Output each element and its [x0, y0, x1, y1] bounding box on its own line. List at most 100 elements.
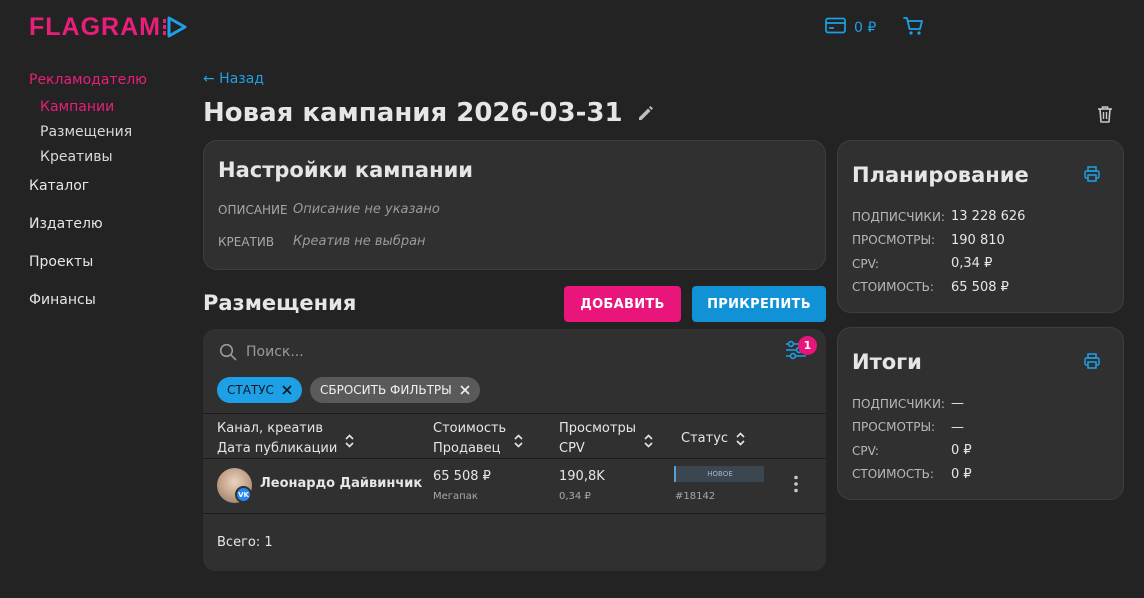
totals-stats: ПОДПИСЧИКИ: — ПРОСМОТРЫ: — CPV: 0 ₽ СТОИМОС… — [852, 392, 1112, 486]
column-channel[interactable]: Канал, креатив Дата публикации — [217, 419, 354, 459]
printer-icon — [1084, 353, 1100, 373]
more-vertical-icon — [793, 475, 799, 493]
stat-value: 65 508 ₽ — [951, 279, 1009, 295]
sidebar-item-creatives[interactable]: Креативы — [29, 149, 113, 165]
stat-value: 0,34 ₽ — [951, 256, 993, 272]
sidebar-item-publisher[interactable]: Издателю — [29, 216, 103, 232]
stat-value: — — [951, 396, 964, 412]
stat-value: 13 228 626 — [951, 209, 1026, 225]
wallet-card-icon — [825, 17, 846, 38]
planning-print-button[interactable] — [1084, 166, 1100, 186]
close-icon[interactable] — [460, 385, 470, 395]
attach-placement-button[interactable]: ПРИКРЕПИТЬ — [692, 286, 826, 322]
filter-button[interactable]: 1 — [785, 336, 817, 361]
sort-icon — [345, 434, 354, 448]
placements-table: 1 СТАТУС СБРОСИТЬ ФИЛЬТРЫ Канал, креатив… — [203, 329, 826, 571]
column-label-line2: Дата публикации — [217, 441, 338, 456]
column-label: Стоимость Продавец — [433, 419, 506, 459]
planning-stats: ПОДПИСЧИКИ: 13 228 626 ПРОСМОТРЫ: 190 810 … — [852, 205, 1112, 299]
printer-icon — [1084, 166, 1100, 186]
sort-icon — [514, 434, 523, 448]
description-value[interactable]: Описание не указано — [293, 202, 440, 217]
column-label-line1: Канал, креатив — [217, 421, 323, 436]
delete-campaign-button[interactable] — [1097, 105, 1113, 127]
planning-row-cost: СТОИМОСТЬ: 65 508 ₽ — [852, 276, 1112, 300]
stat-label: СТОИМОСТЬ: — [852, 280, 934, 295]
column-label-line2: CPV — [559, 441, 585, 456]
planning-row-views: ПРОСМОТРЫ: 190 810 — [852, 229, 1112, 253]
cart-button[interactable] — [903, 16, 924, 40]
sidebar-item-catalog[interactable]: Каталог — [29, 178, 89, 194]
trash-icon — [1097, 106, 1113, 127]
sidebar-item-projects[interactable]: Проекты — [29, 254, 93, 270]
row-menu-button[interactable] — [793, 475, 799, 493]
status-filter-chip[interactable]: СТАТУС — [217, 377, 302, 403]
campaign-settings-card: Настройки кампании ОПИСАНИЕ Описание не … — [203, 140, 826, 270]
search-bar — [219, 343, 546, 361]
stat-label: ПРОСМОТРЫ: — [852, 420, 936, 435]
reset-filters-chip[interactable]: СБРОСИТЬ ФИЛЬТРЫ — [310, 377, 480, 403]
edit-pencil-icon[interactable] — [637, 104, 655, 122]
placement-order-id: #18142 — [675, 491, 716, 502]
balance-widget[interactable]: 0 ₽ — [825, 17, 876, 38]
column-label-line1: Стоимость — [433, 421, 507, 436]
column-cost[interactable]: Стоимость Продавец — [433, 419, 523, 459]
totals-row-cost: СТОИМОСТЬ: 0 ₽ — [852, 463, 1112, 487]
stat-value: 0 ₽ — [951, 466, 972, 482]
stat-label: CPV: — [852, 256, 879, 271]
stat-label: ПРОСМОТРЫ: — [852, 233, 936, 248]
stat-label: ПОДПИСЧИКИ: — [852, 396, 945, 411]
planning-card: Планирование ПОДПИСЧИКИ: 13 228 626 ПРОСМ… — [837, 140, 1124, 313]
sidebar-item-advertiser[interactable]: Рекламодателю — [29, 72, 147, 88]
column-views[interactable]: Просмотры CPV — [559, 419, 653, 459]
stat-value: 0 ₽ — [951, 443, 972, 459]
totals-print-button[interactable] — [1084, 353, 1100, 373]
column-label: Статус — [681, 431, 729, 446]
channel-avatar: VK — [217, 468, 252, 503]
total-count: Всего: 1 — [217, 535, 273, 550]
search-icon — [219, 343, 237, 361]
sort-icon — [644, 434, 653, 448]
back-link[interactable]: ← Назад — [203, 71, 264, 87]
column-status[interactable]: Статус — [681, 429, 745, 449]
totals-row-views: ПРОСМОТРЫ: — — [852, 416, 1112, 440]
column-label: Просмотры CPV — [559, 419, 636, 459]
totals-row-subscribers: ПОДПИСЧИКИ: — — [852, 392, 1112, 416]
channel-name[interactable]: Леонардо Дайвинчик — [260, 476, 422, 491]
sidebar-item-finance[interactable]: Финансы — [29, 292, 96, 308]
planning-row-subscribers: ПОДПИСЧИКИ: 13 228 626 — [852, 205, 1112, 229]
planning-title: Планирование — [852, 163, 1029, 187]
cart-icon — [903, 17, 924, 40]
stat-label: ПОДПИСЧИКИ: — [852, 209, 945, 224]
totals-card: Итоги ПОДПИСЧИКИ: — ПРОСМОТРЫ: — CPV: 0 ₽ С… — [837, 327, 1124, 500]
description-label: ОПИСАНИЕ — [218, 203, 288, 217]
balance-value: 0 ₽ — [854, 19, 877, 36]
column-label: Канал, креатив Дата публикации — [217, 419, 337, 459]
chip-label: СТАТУС — [227, 383, 274, 397]
vk-icon: VK — [235, 486, 252, 503]
stat-label: СТОИМОСТЬ: — [852, 467, 934, 482]
add-placement-button[interactable]: ДОБАВИТЬ — [564, 286, 681, 322]
creative-value[interactable]: Креатив не выбран — [293, 234, 426, 249]
sidebar-item-placements[interactable]: Размещения — [29, 124, 132, 140]
creative-label: КРЕАТИВ — [218, 235, 275, 249]
totals-title: Итоги — [852, 350, 922, 374]
settings-title: Настройки кампании — [218, 158, 474, 182]
placement-cpv: 0,34 ₽ — [559, 491, 591, 502]
table-header: Канал, креатив Дата публикации Стоимость… — [203, 413, 826, 459]
planning-row-cpv: CPV: 0,34 ₽ — [852, 252, 1112, 276]
placements-title: Размещения — [203, 291, 357, 315]
flagram-logo[interactable]: FLAGRAM — [29, 12, 187, 41]
stat-value: — — [951, 419, 964, 435]
logo-play-icon — [162, 16, 187, 38]
stat-label: CPV: — [852, 443, 879, 458]
status-badge: НОВОЕ — [674, 466, 764, 482]
sidebar-item-campaigns[interactable]: Кампании — [29, 99, 114, 115]
page-title: Новая кампания 2026-03-31 — [203, 98, 623, 128]
close-icon[interactable] — [282, 385, 292, 395]
logo-text: FLAGRAM — [29, 12, 161, 41]
placement-cost: 65 508 ₽ — [433, 469, 491, 484]
search-input[interactable] — [246, 344, 546, 360]
page-title-row: Новая кампания 2026-03-31 — [203, 98, 655, 128]
sort-icon — [736, 432, 745, 446]
